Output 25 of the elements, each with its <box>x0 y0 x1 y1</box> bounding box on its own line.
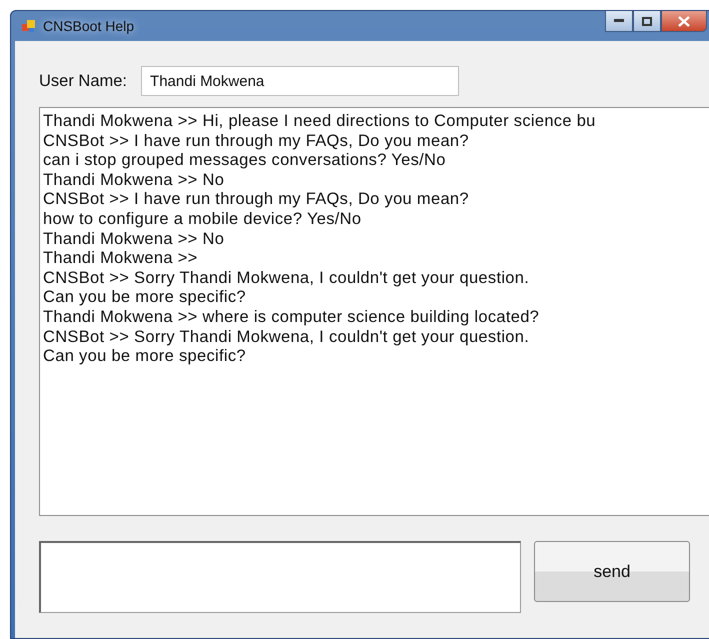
send-button[interactable]: send <box>534 541 690 602</box>
conversation-line: Thandi Mokwena >> No <box>43 170 226 190</box>
conversation-line: can i stop grouped messages conversations? Yes/No <box>43 151 447 171</box>
conversation-line: CNSBot >> Sorry Thandi Mokwena, I couldn't get your question. <box>43 328 530 348</box>
conversation-line: Can you be more specific? <box>43 288 247 308</box>
conversation-line: Thandi Mokwena >> No <box>43 230 226 250</box>
user-name-label: User Name: <box>39 72 128 90</box>
conversation-line: how to configure a mobile device? Yes/No <box>43 210 362 230</box>
window-title: CNSBoot Help <box>43 18 134 34</box>
conversation-line: Thandi Mokwena >> where is computer science building located? <box>43 308 540 328</box>
message-field[interactable] <box>39 541 521 613</box>
conversation-line: Can you be more specific? <box>43 347 247 367</box>
close-icon <box>678 16 690 26</box>
close-button[interactable] <box>661 11 707 32</box>
user-name-field[interactable]: Thandi Mokwena <box>141 66 460 96</box>
conversation-line: CNSBot >> I have run through my FAQs, Do you mean? <box>43 190 470 210</box>
minimize-icon <box>614 19 624 23</box>
minimize-button[interactable] <box>605 11 633 32</box>
conversation-line: Thandi Mokwena >> Hi, please I need directions to Computer science bu <box>43 112 597 132</box>
conversation-line: CNSBot >> Sorry Thandi Mokwena, I couldn't get your question. <box>43 268 530 288</box>
app-icon <box>21 18 37 34</box>
maximize-button[interactable] <box>633 11 661 32</box>
maximize-icon <box>642 16 652 26</box>
conversation-line: Thandi Mokwena >> <box>43 249 199 269</box>
conversation-line: CNSBot >> I have run through my FAQs, Do you mean? <box>43 132 470 152</box>
